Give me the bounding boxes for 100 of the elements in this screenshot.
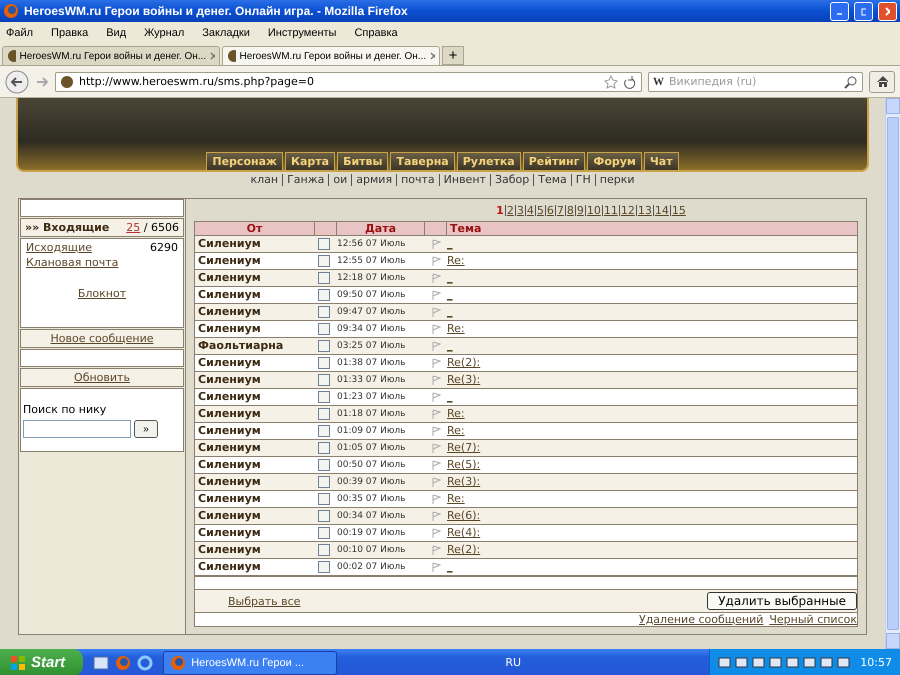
tray-icon[interactable] (803, 656, 816, 669)
page-link[interactable]: 10 (584, 204, 602, 216)
game-menu-button[interactable]: Чат (644, 152, 679, 171)
subject-link[interactable]: _ (447, 304, 452, 320)
message-checkbox[interactable] (318, 459, 330, 471)
delete-selected-button[interactable]: Удалить выбранные (707, 592, 857, 610)
tray-icon[interactable] (786, 656, 800, 669)
subject-link[interactable]: Re(4): (447, 525, 480, 541)
flag-icon[interactable] (432, 256, 440, 266)
message-checkbox[interactable] (318, 442, 330, 454)
nick-search-input[interactable] (23, 420, 131, 438)
page-link[interactable]: 9 (574, 204, 585, 216)
subject-link[interactable]: Re: (447, 423, 465, 439)
footer-link[interactable]: Черный список (769, 613, 857, 626)
subject-link[interactable]: _ (447, 236, 452, 252)
page-link[interactable]: 6 (544, 204, 555, 216)
reload-icon[interactable] (623, 74, 637, 88)
message-checkbox[interactable] (318, 289, 330, 301)
footer-link[interactable]: Удаление сообщений (639, 613, 764, 626)
flag-icon[interactable] (432, 477, 440, 487)
message-checkbox[interactable] (318, 527, 330, 539)
game-link[interactable]: Ганжа (282, 174, 328, 186)
tray-icon[interactable] (735, 656, 748, 669)
subject-link[interactable]: Re(3): (447, 372, 480, 388)
message-checkbox[interactable] (318, 357, 330, 369)
notepad-link[interactable]: Блокнот (78, 287, 126, 300)
tray-icon[interactable] (718, 656, 732, 669)
flag-icon[interactable] (432, 307, 440, 317)
select-all-link[interactable]: Выбрать все (228, 594, 300, 608)
clan-mail-link[interactable]: Клановая почта (26, 256, 118, 269)
minimize-button[interactable] (830, 2, 849, 20)
page-link[interactable]: 8 (564, 204, 575, 216)
address-field[interactable]: http://www.heroeswm.ru/sms.php?page=0 (55, 72, 642, 92)
inbox-label[interactable]: »» Входящие (25, 221, 110, 234)
flag-icon[interactable] (432, 239, 440, 249)
game-link[interactable]: Инвент (438, 174, 490, 186)
restore-button[interactable] (854, 2, 873, 20)
subject-link[interactable]: _ (447, 389, 452, 405)
flag-icon[interactable] (432, 273, 440, 283)
new-tab-button[interactable]: + (442, 46, 464, 65)
flag-icon[interactable] (432, 545, 440, 555)
message-checkbox[interactable] (318, 510, 330, 522)
subject-link[interactable]: Re(6): (447, 508, 480, 524)
game-menu-button[interactable]: Персонаж (206, 152, 283, 171)
subject-link[interactable]: Re: (447, 321, 465, 337)
tray-icon[interactable] (769, 656, 782, 669)
game-link[interactable]: почта (396, 174, 439, 186)
game-menu-button[interactable]: Рулетка (456, 152, 521, 171)
message-checkbox[interactable] (318, 323, 330, 335)
search-button[interactable]: » (134, 420, 158, 438)
menu-item[interactable]: Инструменты (268, 26, 336, 38)
page-link[interactable]: 13 (636, 204, 653, 216)
message-checkbox[interactable] (318, 374, 330, 386)
menu-item[interactable]: Журнал (144, 26, 184, 38)
message-checkbox[interactable] (318, 476, 330, 488)
flag-icon[interactable] (432, 511, 440, 521)
menu-item[interactable]: Справка (354, 26, 398, 38)
tray-icon[interactable] (752, 656, 766, 669)
subject-link[interactable]: Re(2): (447, 355, 480, 371)
game-menu-button[interactable]: Битвы (337, 152, 388, 171)
outbox-link[interactable]: Исходящие (26, 241, 92, 254)
game-menu-button[interactable]: Таверна (390, 152, 455, 171)
unread-count-link[interactable]: 25 (126, 221, 140, 234)
flag-icon[interactable] (432, 375, 440, 385)
inbox-row[interactable]: »» Входящие 25 / 6506 (20, 218, 184, 237)
page-link[interactable]: 15 (670, 204, 687, 216)
message-checkbox[interactable] (318, 238, 330, 250)
game-link[interactable]: Тема (533, 174, 571, 186)
message-checkbox[interactable] (318, 272, 330, 284)
star-icon[interactable] (604, 74, 618, 88)
browser-tab[interactable]: HeroesWM.ru Герои войны и денег. Он... (222, 46, 440, 65)
back-icon[interactable] (5, 70, 29, 94)
message-checkbox[interactable] (318, 408, 330, 420)
page-link[interactable]: 2 (504, 204, 515, 216)
quick-launch-icon[interactable] (93, 654, 110, 670)
message-checkbox[interactable] (318, 306, 330, 318)
menu-item[interactable]: Вид (106, 26, 126, 38)
flag-icon[interactable] (432, 290, 440, 300)
subject-link[interactable]: _ (447, 270, 452, 286)
subject-link[interactable]: Re: (447, 406, 465, 422)
page-link[interactable]: 11 (602, 204, 619, 216)
flag-icon[interactable] (432, 358, 440, 368)
subject-link[interactable]: _ (447, 287, 452, 303)
message-checkbox[interactable] (318, 561, 330, 573)
game-link[interactable]: клан (246, 174, 282, 186)
flag-icon[interactable] (432, 528, 440, 538)
quick-launch-icon[interactable] (137, 654, 154, 670)
forward-icon[interactable] (35, 74, 49, 88)
page-link[interactable]: 7 (554, 204, 565, 216)
scrollbar[interactable] (885, 98, 900, 649)
game-link[interactable]: армия (351, 174, 396, 186)
flag-icon[interactable] (432, 460, 440, 470)
page-link[interactable]: 12 (618, 204, 636, 216)
tray-icon[interactable] (820, 656, 834, 669)
subject-link[interactable]: Re(5): (447, 457, 480, 473)
subject-link[interactable]: _ (447, 559, 452, 575)
game-link[interactable]: ГН (570, 174, 595, 186)
menu-item[interactable]: Правка (51, 26, 88, 38)
page-link[interactable]: 4 (524, 204, 535, 216)
close-button[interactable] (878, 2, 897, 20)
